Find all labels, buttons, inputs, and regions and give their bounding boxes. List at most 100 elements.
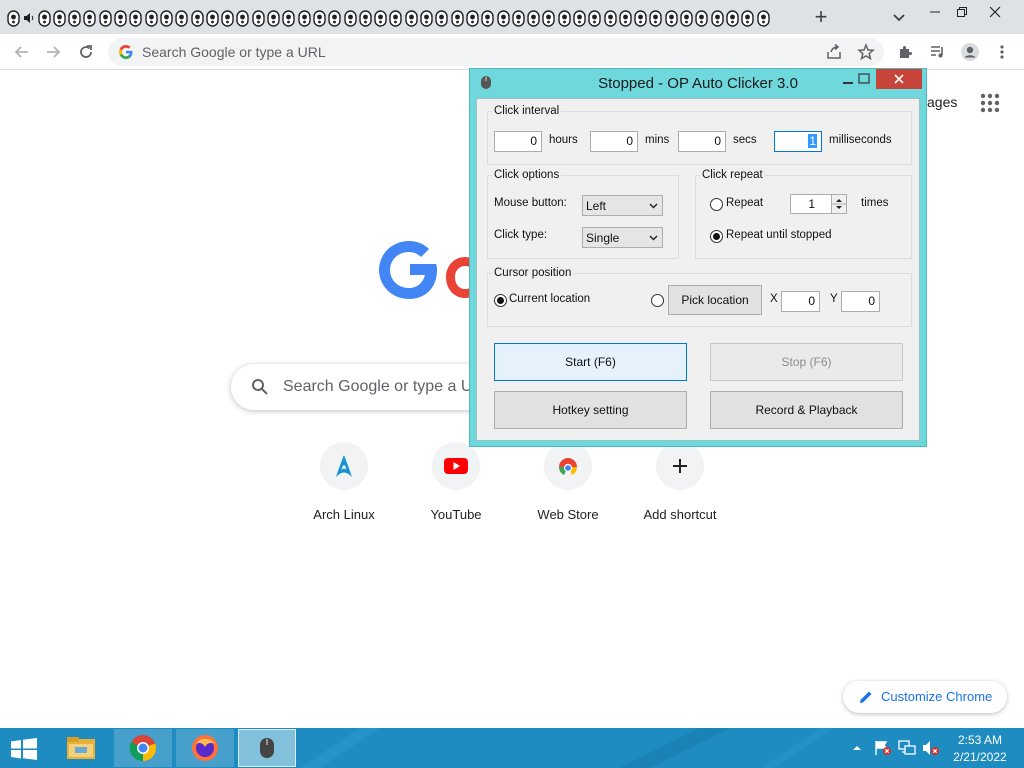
new-tab-button[interactable]: + bbox=[808, 4, 834, 30]
tab[interactable] bbox=[235, 9, 250, 27]
auto-clicker-titlebar[interactable]: Stopped - OP Auto Clicker 3.0 bbox=[470, 69, 926, 97]
tab[interactable] bbox=[358, 9, 373, 27]
shortcut-arch-linux[interactable]: Arch Linux bbox=[288, 442, 400, 532]
tab[interactable] bbox=[725, 9, 740, 27]
taskbar-chrome[interactable] bbox=[114, 729, 172, 767]
tab[interactable] bbox=[572, 9, 587, 27]
extensions-button[interactable] bbox=[893, 39, 919, 65]
minimize-icon[interactable] bbox=[842, 73, 856, 87]
tab[interactable] bbox=[174, 9, 189, 27]
tab[interactable] bbox=[251, 9, 266, 27]
tab[interactable] bbox=[266, 9, 281, 27]
pick-location-button[interactable]: Pick location bbox=[668, 285, 762, 315]
tab[interactable] bbox=[52, 9, 67, 27]
tab[interactable] bbox=[37, 9, 52, 27]
shortcut-add[interactable]: Add shortcut bbox=[624, 442, 736, 532]
tab[interactable] bbox=[496, 9, 511, 27]
tab[interactable] bbox=[587, 9, 602, 27]
tab[interactable] bbox=[526, 9, 541, 27]
tab[interactable] bbox=[511, 9, 526, 27]
tab[interactable] bbox=[327, 9, 342, 27]
tab[interactable] bbox=[312, 9, 327, 27]
share-button[interactable] bbox=[821, 39, 847, 65]
tab[interactable] bbox=[603, 9, 618, 27]
auto-clicker-close-button[interactable] bbox=[876, 69, 922, 89]
back-button[interactable] bbox=[9, 39, 35, 65]
tab[interactable] bbox=[82, 9, 97, 27]
chevron-up-icon[interactable] bbox=[851, 742, 863, 754]
shortcut-youtube[interactable]: YouTube bbox=[400, 442, 512, 532]
tab[interactable] bbox=[557, 9, 572, 27]
maximize-icon[interactable] bbox=[858, 73, 870, 85]
record-playback-button[interactable]: Record & Playback bbox=[710, 391, 903, 429]
tab[interactable] bbox=[159, 9, 174, 27]
tab[interactable] bbox=[343, 9, 358, 27]
tab[interactable] bbox=[67, 9, 82, 27]
images-link[interactable]: ages bbox=[927, 94, 957, 110]
stop-button[interactable]: Stop (F6) bbox=[710, 343, 903, 381]
tab[interactable] bbox=[450, 9, 465, 27]
profile-button[interactable] bbox=[957, 39, 983, 65]
tab[interactable] bbox=[756, 9, 771, 27]
window-restore-button[interactable] bbox=[947, 2, 977, 22]
action-center-flag-icon[interactable] bbox=[874, 740, 892, 756]
taskbar-file-explorer[interactable] bbox=[52, 729, 110, 767]
start-button[interactable]: Start (F6) bbox=[494, 343, 687, 381]
tab[interactable] bbox=[541, 9, 556, 27]
windows-start-button[interactable] bbox=[10, 738, 38, 760]
clock-time[interactable]: 2:53 AM bbox=[940, 733, 1020, 747]
reload-button[interactable] bbox=[73, 39, 99, 65]
tab[interactable] bbox=[190, 9, 205, 27]
mins-input[interactable]: 0 bbox=[590, 131, 638, 152]
x-coordinate-input[interactable]: 0 bbox=[781, 291, 820, 312]
pick-location-radio[interactable] bbox=[651, 294, 664, 307]
tab[interactable] bbox=[373, 9, 388, 27]
y-coordinate-input[interactable]: 0 bbox=[841, 291, 880, 312]
tab[interactable] bbox=[281, 9, 296, 27]
tab[interactable] bbox=[664, 9, 679, 27]
window-minimize-button[interactable] bbox=[920, 2, 950, 22]
media-control-button[interactable] bbox=[925, 39, 951, 65]
chrome-menu-button[interactable] bbox=[989, 39, 1015, 65]
volume-muted-icon[interactable] bbox=[922, 740, 940, 756]
milliseconds-input[interactable]: 1 bbox=[774, 131, 822, 152]
tab[interactable] bbox=[465, 9, 480, 27]
tab[interactable] bbox=[648, 9, 663, 27]
customize-chrome-button[interactable]: Customize Chrome bbox=[843, 681, 1007, 713]
tab[interactable] bbox=[144, 9, 159, 27]
repeat-count-input[interactable]: 1 bbox=[790, 194, 834, 214]
tab-search-button[interactable] bbox=[888, 6, 910, 28]
mouse-button-select[interactable]: Left bbox=[582, 195, 663, 216]
tab[interactable] bbox=[220, 9, 235, 27]
repeat-radio[interactable] bbox=[710, 198, 723, 211]
tab[interactable] bbox=[419, 9, 434, 27]
tab[interactable] bbox=[633, 9, 648, 27]
repeat-until-stopped-radio[interactable] bbox=[710, 230, 723, 243]
tab[interactable] bbox=[480, 9, 495, 27]
taskbar-firefox[interactable] bbox=[176, 729, 234, 767]
repeat-count-spinner[interactable] bbox=[831, 194, 847, 214]
forward-button[interactable] bbox=[40, 39, 66, 65]
tab[interactable] bbox=[6, 9, 21, 27]
window-close-button[interactable] bbox=[980, 2, 1010, 22]
google-apps-button[interactable] bbox=[979, 92, 1001, 114]
tab-audio-indicator[interactable] bbox=[21, 9, 36, 27]
tab[interactable] bbox=[434, 9, 449, 27]
tab[interactable] bbox=[98, 9, 113, 27]
tab[interactable] bbox=[297, 9, 312, 27]
tab[interactable] bbox=[113, 9, 128, 27]
tab[interactable] bbox=[128, 9, 143, 27]
tab[interactable] bbox=[694, 9, 709, 27]
tab[interactable] bbox=[388, 9, 403, 27]
click-type-select[interactable]: Single bbox=[582, 227, 663, 248]
tab[interactable] bbox=[710, 9, 725, 27]
tab[interactable] bbox=[404, 9, 419, 27]
hotkey-setting-button[interactable]: Hotkey setting bbox=[494, 391, 687, 429]
bookmark-button[interactable] bbox=[853, 39, 879, 65]
network-icon[interactable] bbox=[898, 740, 916, 756]
hours-input[interactable]: 0 bbox=[494, 131, 542, 152]
tab[interactable] bbox=[679, 9, 694, 27]
address-bar[interactable]: Search Google or type a URL bbox=[108, 38, 884, 66]
taskbar-op-auto-clicker[interactable] bbox=[238, 729, 296, 767]
tab[interactable] bbox=[618, 9, 633, 27]
